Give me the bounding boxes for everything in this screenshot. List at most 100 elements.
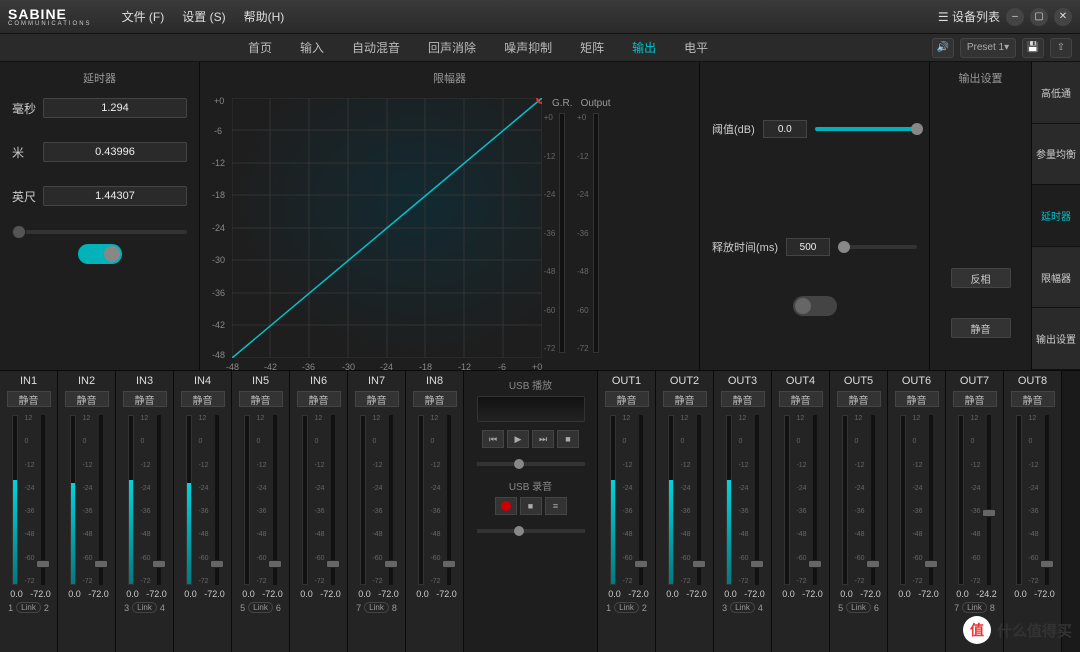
speaker-icon[interactable]: 🔊 <box>932 38 954 58</box>
channel-fader[interactable] <box>447 415 451 585</box>
prev-button[interactable]: ⏮ <box>482 430 504 448</box>
link-button[interactable]: Link <box>846 602 871 613</box>
channel-fader[interactable] <box>215 415 219 585</box>
tab-matrix[interactable]: 矩阵 <box>566 34 618 62</box>
channel-mute-button[interactable]: 静音 <box>837 391 881 407</box>
channel-mute-button[interactable]: 静音 <box>7 391 51 407</box>
record-button[interactable] <box>495 497 517 515</box>
limiter-graph[interactable]: +0 -6 -12 -18 -24 -30 -36 -42 -48 -48 -4… <box>232 98 542 358</box>
channel-out6: OUT6 静音 120-12-24-36-48-60-72 0.0-72.0 <box>888 371 946 652</box>
channel-mute-button[interactable]: 静音 <box>1011 391 1055 407</box>
preset-select[interactable]: Preset 1 ▾ <box>960 38 1016 58</box>
tab-input[interactable]: 输入 <box>286 34 338 62</box>
threshold-slider[interactable] <box>815 127 917 131</box>
menu-file[interactable]: 文件 (F) <box>122 8 165 25</box>
release-label: 释放时间(ms) <box>712 239 778 255</box>
tab-level[interactable]: 电平 <box>670 34 722 62</box>
side-tab-outcfg[interactable]: 输出设置 <box>1032 308 1080 370</box>
stop-button[interactable]: ■ <box>557 430 579 448</box>
mute-button[interactable]: 静音 <box>951 318 1011 338</box>
menu-help[interactable]: 帮助(H) <box>244 8 285 25</box>
close-button[interactable]: ✕ <box>1054 8 1072 26</box>
channel-level: 0.0 <box>412 589 434 599</box>
output-meter <box>593 113 599 353</box>
channel-fader[interactable] <box>697 415 701 585</box>
next-button[interactable]: ⏭ <box>532 430 554 448</box>
channel-meter <box>842 415 848 585</box>
delay-m-input[interactable] <box>43 142 187 162</box>
channel-label: OUT1 <box>612 375 641 387</box>
link-button[interactable]: Link <box>614 602 639 613</box>
link-button[interactable]: Link <box>248 602 273 613</box>
gr-meter-label: G.R. <box>552 98 573 109</box>
tab-home[interactable]: 首页 <box>234 34 286 62</box>
side-tab-hplp[interactable]: 高低通 <box>1032 62 1080 124</box>
channel-fader[interactable] <box>41 415 45 585</box>
channel-fader[interactable] <box>157 415 161 585</box>
channel-fader[interactable] <box>389 415 393 585</box>
link-button[interactable]: Link <box>132 602 157 613</box>
invert-button[interactable]: 反相 <box>951 268 1011 288</box>
limiter-toggle[interactable] <box>793 296 837 316</box>
channel-fader[interactable] <box>871 415 875 585</box>
maximize-button[interactable]: ▢ <box>1030 8 1048 26</box>
channel-fader[interactable] <box>929 415 933 585</box>
channel-mute-button[interactable]: 静音 <box>297 391 341 407</box>
channel-fader[interactable] <box>755 415 759 585</box>
delay-toggle[interactable] <box>78 244 122 264</box>
channel-fader[interactable] <box>1045 415 1049 585</box>
channel-mute-button[interactable]: 静音 <box>895 391 939 407</box>
tab-output[interactable]: 输出 <box>618 34 670 62</box>
channel-level: 0.0 <box>6 589 28 599</box>
channel-mute-button[interactable]: 静音 <box>721 391 765 407</box>
minimize-button[interactable]: – <box>1006 8 1024 26</box>
save-icon[interactable]: 💾 <box>1022 38 1044 58</box>
tab-ns[interactable]: 噪声抑制 <box>490 34 566 62</box>
side-tab-peq[interactable]: 参量均衡 <box>1032 124 1080 186</box>
link-button[interactable]: Link <box>730 602 755 613</box>
link-button[interactable]: Link <box>364 602 389 613</box>
usb-play-slider[interactable] <box>477 462 585 466</box>
tab-automix[interactable]: 自动混音 <box>338 34 414 62</box>
side-tab-delay[interactable]: 延时器 <box>1032 185 1080 247</box>
channel-fader[interactable] <box>639 415 643 585</box>
release-input[interactable] <box>786 238 830 256</box>
delay-ms-input[interactable] <box>43 98 187 118</box>
rec-stop-button[interactable]: ■ <box>520 497 542 515</box>
threshold-input[interactable] <box>763 120 807 138</box>
channel-mute-button[interactable]: 静音 <box>181 391 225 407</box>
channel-mute-button[interactable]: 静音 <box>605 391 649 407</box>
rec-list-button[interactable]: ≡ <box>545 497 567 515</box>
play-button[interactable]: ▶ <box>507 430 529 448</box>
tab-aec[interactable]: 回声消除 <box>414 34 490 62</box>
side-tab-limiter[interactable]: 限幅器 <box>1032 247 1080 309</box>
channel-mute-button[interactable]: 静音 <box>65 391 109 407</box>
channel-mute-button[interactable]: 静音 <box>663 391 707 407</box>
channel-level: 0.0 <box>180 589 202 599</box>
channel-fader[interactable] <box>99 415 103 585</box>
release-slider[interactable] <box>838 245 917 249</box>
channel-mute-button[interactable]: 静音 <box>953 391 997 407</box>
delay-ft-input[interactable] <box>43 186 187 206</box>
channel-fader[interactable] <box>987 415 991 585</box>
channel-label: IN4 <box>194 375 211 387</box>
channel-fader[interactable] <box>273 415 277 585</box>
delay-slider[interactable] <box>12 230 187 234</box>
channel-mute-button[interactable]: 静音 <box>239 391 283 407</box>
device-list-icon[interactable]: ☰ 设备列表 <box>938 8 1000 25</box>
channel-mute-button[interactable]: 静音 <box>355 391 399 407</box>
link-button[interactable]: Link <box>16 602 41 613</box>
channel-gain: -72.0 <box>88 589 110 599</box>
channel-gain: -72.0 <box>320 589 342 599</box>
upload-icon[interactable]: ⇧ <box>1050 38 1072 58</box>
channel-meter <box>360 415 366 585</box>
channel-gain: -72.0 <box>1034 589 1056 599</box>
menu-settings[interactable]: 设置 (S) <box>182 8 225 25</box>
link-button[interactable]: Link <box>962 602 987 613</box>
channel-fader[interactable] <box>813 415 817 585</box>
channel-mute-button[interactable]: 静音 <box>779 391 823 407</box>
usb-rec-slider[interactable] <box>477 529 585 533</box>
channel-fader[interactable] <box>331 415 335 585</box>
channel-mute-button[interactable]: 静音 <box>123 391 167 407</box>
channel-mute-button[interactable]: 静音 <box>413 391 457 407</box>
